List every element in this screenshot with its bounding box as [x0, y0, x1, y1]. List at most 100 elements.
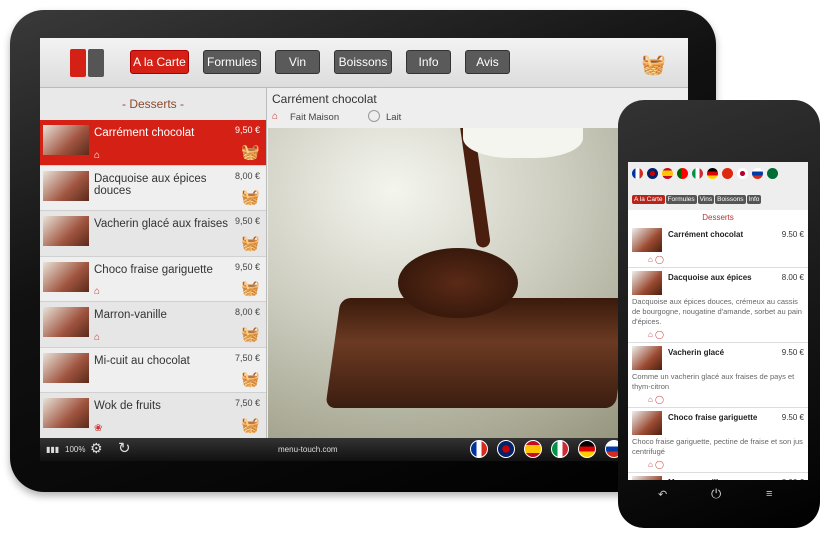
- dish-item[interactable]: Carrément chocolat 9,50 € 🧺 ⌂: [40, 120, 266, 166]
- dish-description: Comme un vacherin glacé aux fraises de p…: [632, 372, 795, 391]
- vegetarian-icon: ❀: [94, 422, 103, 434]
- dish-name: Dacquoise aux épices douces: [94, 172, 207, 197]
- detail-title: Carrément chocolat: [272, 92, 377, 106]
- dish-name: Vacherin glacé: [668, 348, 725, 357]
- settings-icon[interactable]: ⚙: [90, 440, 103, 457]
- dish-name: Choco fraise gariguette: [94, 263, 213, 276]
- battery-level: 100%: [65, 445, 86, 454]
- flag-it-icon[interactable]: [551, 440, 569, 458]
- flag-gb-icon[interactable]: [647, 168, 658, 179]
- nav-vin[interactable]: Vin: [275, 50, 320, 74]
- dish-name: Carrément chocolat: [668, 230, 744, 239]
- flag-it-icon[interactable]: [692, 168, 703, 179]
- dish-list: - Desserts - Carrément chocolat 9,50 € 🧺…: [40, 88, 267, 439]
- dish-description: Choco fraise gariguette, pectine de frai…: [632, 437, 803, 456]
- dish-name: Vacherin glacé aux fraises: [94, 218, 229, 230]
- dish-item[interactable]: Mi-cuit au chocolat 7,50 € 🧺: [40, 347, 266, 393]
- add-to-basket-icon[interactable]: 🧺: [241, 234, 260, 252]
- site-url: menu-touch.com: [278, 445, 338, 454]
- phone-dish-item[interactable]: Dacquoise aux épices 8.00 € Dacquoise au…: [628, 268, 808, 343]
- dish-price: 8.00 €: [782, 478, 804, 480]
- dish-thumbnail: [632, 476, 662, 480]
- phone-nav-1[interactable]: Formules: [665, 195, 697, 204]
- dish-price: 9.50 €: [781, 348, 804, 357]
- tag-fait-maison: Fait Maison: [290, 112, 340, 123]
- flag-de-icon[interactable]: [707, 168, 718, 179]
- dish-name: Dacquoise aux épices: [668, 273, 752, 282]
- phone-nav-3[interactable]: Boissons: [715, 195, 746, 204]
- dish-thumbnail: [43, 170, 89, 201]
- phone-dish-item[interactable]: Marron-vanille 8.00 € ⌂ ◯: [628, 473, 808, 480]
- flag-es-icon[interactable]: [524, 440, 542, 458]
- battery-icon: ▮▮▮: [46, 445, 60, 454]
- phone-nav-4[interactable]: Info: [746, 195, 762, 204]
- dish-name: Marron-vanille: [668, 478, 723, 480]
- flag-es-icon[interactable]: [662, 168, 673, 179]
- add-to-basket-icon[interactable]: 🧺: [241, 143, 260, 161]
- phone-screen: A la Carte Formules Vins Boissons Info Desse…: [628, 162, 808, 480]
- flag-ru-icon[interactable]: [752, 168, 763, 179]
- tablet-screen: A la Carte Formules Vin Boissons Info Av…: [40, 38, 688, 461]
- nav-avis[interactable]: Avis: [465, 50, 510, 74]
- menu-icon[interactable]: ≡: [766, 488, 772, 500]
- flag-jp-icon[interactable]: [737, 168, 748, 179]
- dish-price: 8.00 €: [781, 273, 804, 282]
- refresh-icon[interactable]: ↻: [118, 439, 131, 457]
- fait-maison-icon: ⌂: [94, 286, 101, 297]
- nav-boissons[interactable]: Boissons: [334, 50, 392, 74]
- dish-thumbnail: [43, 352, 89, 383]
- dish-name: Carrément chocolat: [94, 127, 195, 139]
- add-to-basket-icon[interactable]: 🧺: [241, 325, 260, 343]
- dish-item[interactable]: Wok de fruits 7,50 € 🧺 ❀: [40, 393, 266, 439]
- milk-icon: [368, 110, 380, 122]
- phone-dish-item[interactable]: Choco fraise gariguette 9.50 € Choco fra…: [628, 408, 808, 473]
- power-icon[interactable]: ⏻: [711, 486, 721, 502]
- flag-de-icon[interactable]: [578, 440, 596, 458]
- dish-item[interactable]: Vacherin glacé aux fraises 9,50 € 🧺: [40, 211, 266, 257]
- nav-a-la-carte[interactable]: A la Carte: [130, 50, 189, 74]
- dish-tags-icon: ⌂ ◯: [648, 330, 665, 339]
- dish-tags-icon: ⌂ ◯: [648, 255, 665, 264]
- nav-info[interactable]: Info: [406, 50, 451, 74]
- phone-section-title: Desserts: [702, 213, 734, 222]
- dish-price: 8,00 €: [234, 170, 260, 181]
- back-icon[interactable]: ↶: [658, 488, 667, 501]
- flag-fr-icon[interactable]: [470, 440, 488, 458]
- dish-thumbnail: [43, 398, 89, 428]
- phone-dish-item[interactable]: Carrément chocolat 9.50 € ⌂ ◯: [628, 225, 808, 268]
- phone-nav-0[interactable]: A la Carte: [632, 195, 665, 204]
- flag-sa-icon[interactable]: [767, 168, 778, 179]
- tag-lait: Lait: [386, 112, 402, 123]
- dish-thumbnail: [632, 411, 662, 435]
- phone-dish-item[interactable]: Vacherin glacé 9.50 € Comme un vacherin …: [628, 343, 808, 408]
- add-to-basket-icon[interactable]: 🧺: [241, 279, 260, 297]
- add-to-basket-icon[interactable]: 🧺: [241, 416, 260, 434]
- dish-name: Marron-vanille: [94, 309, 167, 321]
- dish-thumbnail: [632, 271, 662, 295]
- flag-fr-icon[interactable]: [632, 168, 643, 179]
- flag-cn-icon[interactable]: [722, 168, 733, 179]
- dish-name: Mi-cuit au chocolat: [94, 354, 190, 367]
- dish-item[interactable]: Dacquoise aux épices douces 8,00 € 🧺: [40, 165, 266, 211]
- dish-price: 9,50 €: [234, 216, 260, 226]
- dish-tags-icon: ⌂ ◯: [648, 395, 665, 404]
- dish-thumbnail: [43, 261, 89, 292]
- dish-name: Choco fraise gariguette: [668, 413, 758, 422]
- flag-gb-icon[interactable]: [497, 440, 515, 458]
- phone-nav-2[interactable]: Vins: [697, 195, 715, 204]
- section-title: - Desserts -: [121, 97, 184, 111]
- nav-formules[interactable]: Formules: [203, 50, 261, 74]
- dish-item[interactable]: Choco fraise gariguette 9,50 € 🧺 ⌂: [40, 256, 266, 302]
- dish-price: 9.50 €: [781, 413, 804, 422]
- fait-maison-icon: ⌂: [94, 149, 101, 161]
- dish-price: 9.50 €: [781, 230, 804, 239]
- add-to-basket-icon[interactable]: 🧺: [241, 370, 260, 388]
- dish-price: 8,00 €: [234, 307, 260, 317]
- add-to-basket-icon[interactable]: 🧺: [241, 188, 260, 206]
- dish-tags-icon: ⌂ ◯: [648, 460, 665, 469]
- top-bar: A la Carte Formules Vin Boissons Info Av…: [40, 38, 688, 88]
- dish-thumbnail: [632, 228, 662, 252]
- basket-icon[interactable]: 🧺: [641, 52, 666, 77]
- flag-pt-icon[interactable]: [677, 168, 688, 179]
- dish-item[interactable]: Marron-vanille 8,00 € 🧺 ⌂: [40, 302, 266, 348]
